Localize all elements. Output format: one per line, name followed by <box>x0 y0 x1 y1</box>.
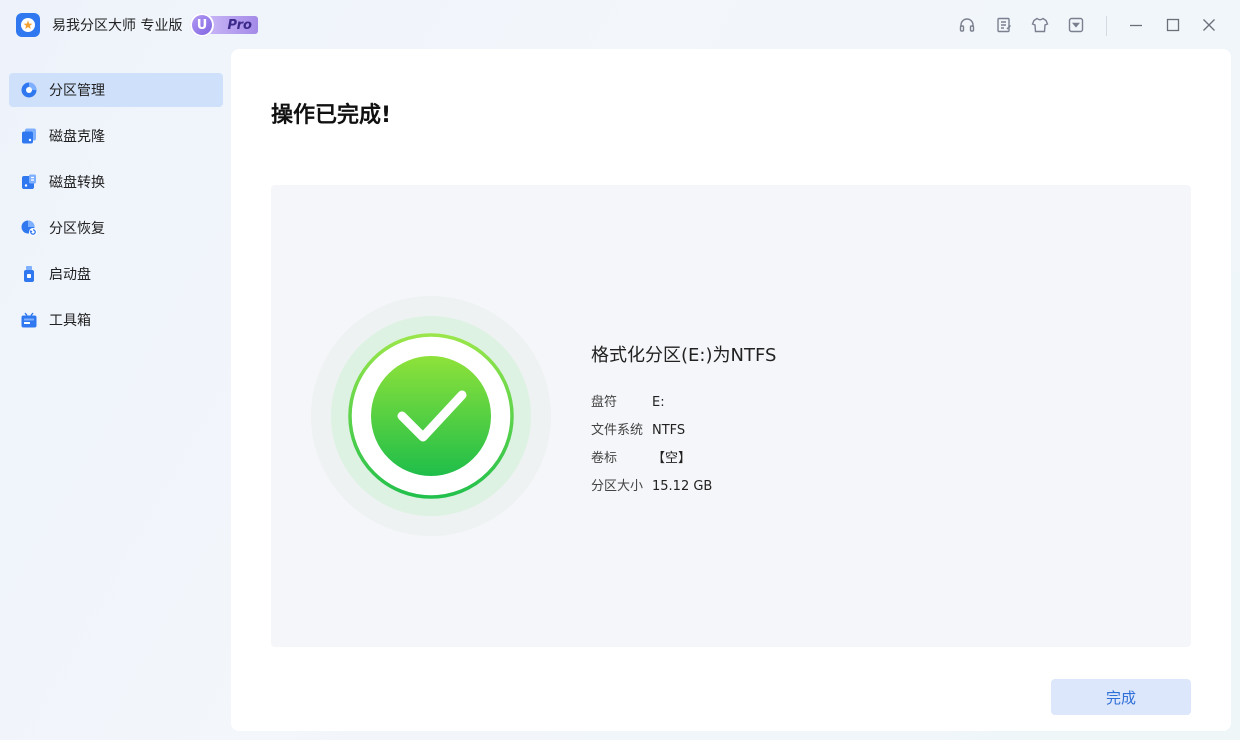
info-row-drive-letter: 盘符 E: <box>591 391 665 410</box>
sidebar-item-partition-management[interactable]: 分区管理 <box>9 73 223 107</box>
info-value: 15.12 GB <box>652 479 713 494</box>
sidebar-item-label: 工具箱 <box>49 313 91 329</box>
done-button[interactable]: 完成 <box>1051 679 1191 715</box>
info-value: 【空】 <box>652 451 692 466</box>
info-row-partition-size: 分区大小 15.12 GB <box>591 475 712 494</box>
sidebar-item-label: 分区恢复 <box>49 221 105 237</box>
partition-pie-icon <box>21 82 37 98</box>
toolbox-icon <box>21 312 37 328</box>
info-value: E: <box>652 395 665 410</box>
title-bar: 易我分区大师 专业版 Pro U <box>0 0 1240 50</box>
disk-clone-icon <box>22 128 36 144</box>
info-row-volume-label: 卷标 【空】 <box>591 447 691 466</box>
operation-title: 格式化分区(E:)为NTFS <box>591 345 777 366</box>
headset-icon[interactable] <box>956 14 978 36</box>
theme-shirt-icon[interactable] <box>1029 14 1051 36</box>
sidebar-item-disk-clone[interactable]: 磁盘克隆 <box>9 119 223 153</box>
info-key: 分区大小 <box>591 479 644 494</box>
pro-badge-u: U <box>190 13 214 37</box>
main-panel: 操作已完成! 格式化分区(E:)为NTFS 盘符 E: 文件系统 NTFS 卷标… <box>231 49 1231 731</box>
partition-recovery-icon <box>21 220 37 236</box>
sidebar-item-partition-recovery[interactable]: 分区恢复 <box>9 211 223 245</box>
info-row-file-system: 文件系统 NTFS <box>591 419 685 438</box>
maximize-icon[interactable] <box>1162 14 1184 36</box>
feedback-icon[interactable] <box>993 14 1015 36</box>
result-panel: 格式化分区(E:)为NTFS 盘符 E: 文件系统 NTFS 卷标 【空】 分区大小 1… <box>271 185 1191 647</box>
info-key: 卷标 <box>591 451 618 466</box>
info-key: 盘符 <box>591 395 618 410</box>
sidebar-item-label: 分区管理 <box>49 83 105 99</box>
close-icon[interactable] <box>1198 14 1220 36</box>
info-key: 文件系统 <box>591 423 644 438</box>
sidebar-item-toolbox[interactable]: 工具箱 <box>9 303 223 337</box>
sidebar-item-label: 启动盘 <box>49 267 91 283</box>
disk-convert-icon <box>22 174 36 189</box>
sidebar-item-label: 磁盘克隆 <box>49 129 105 145</box>
app-logo-icon <box>16 13 40 37</box>
info-value: NTFS <box>652 423 686 438</box>
app-title: 易我分区大师 专业版 <box>52 18 183 34</box>
page-title: 操作已完成! <box>271 103 392 128</box>
minimize-icon[interactable] <box>1125 14 1147 36</box>
boot-usb-icon <box>24 266 34 282</box>
sidebar-item-disk-convert[interactable]: 磁盘转换 <box>9 165 223 199</box>
sidebar-item-label: 磁盘转换 <box>49 175 105 191</box>
dropdown-menu-icon[interactable] <box>1065 14 1087 36</box>
pro-badge: Pro U <box>190 13 258 37</box>
success-check-icon <box>311 296 551 536</box>
sidebar-item-boot-disk[interactable]: 启动盘 <box>9 257 223 291</box>
titlebar-separator <box>1106 16 1107 36</box>
